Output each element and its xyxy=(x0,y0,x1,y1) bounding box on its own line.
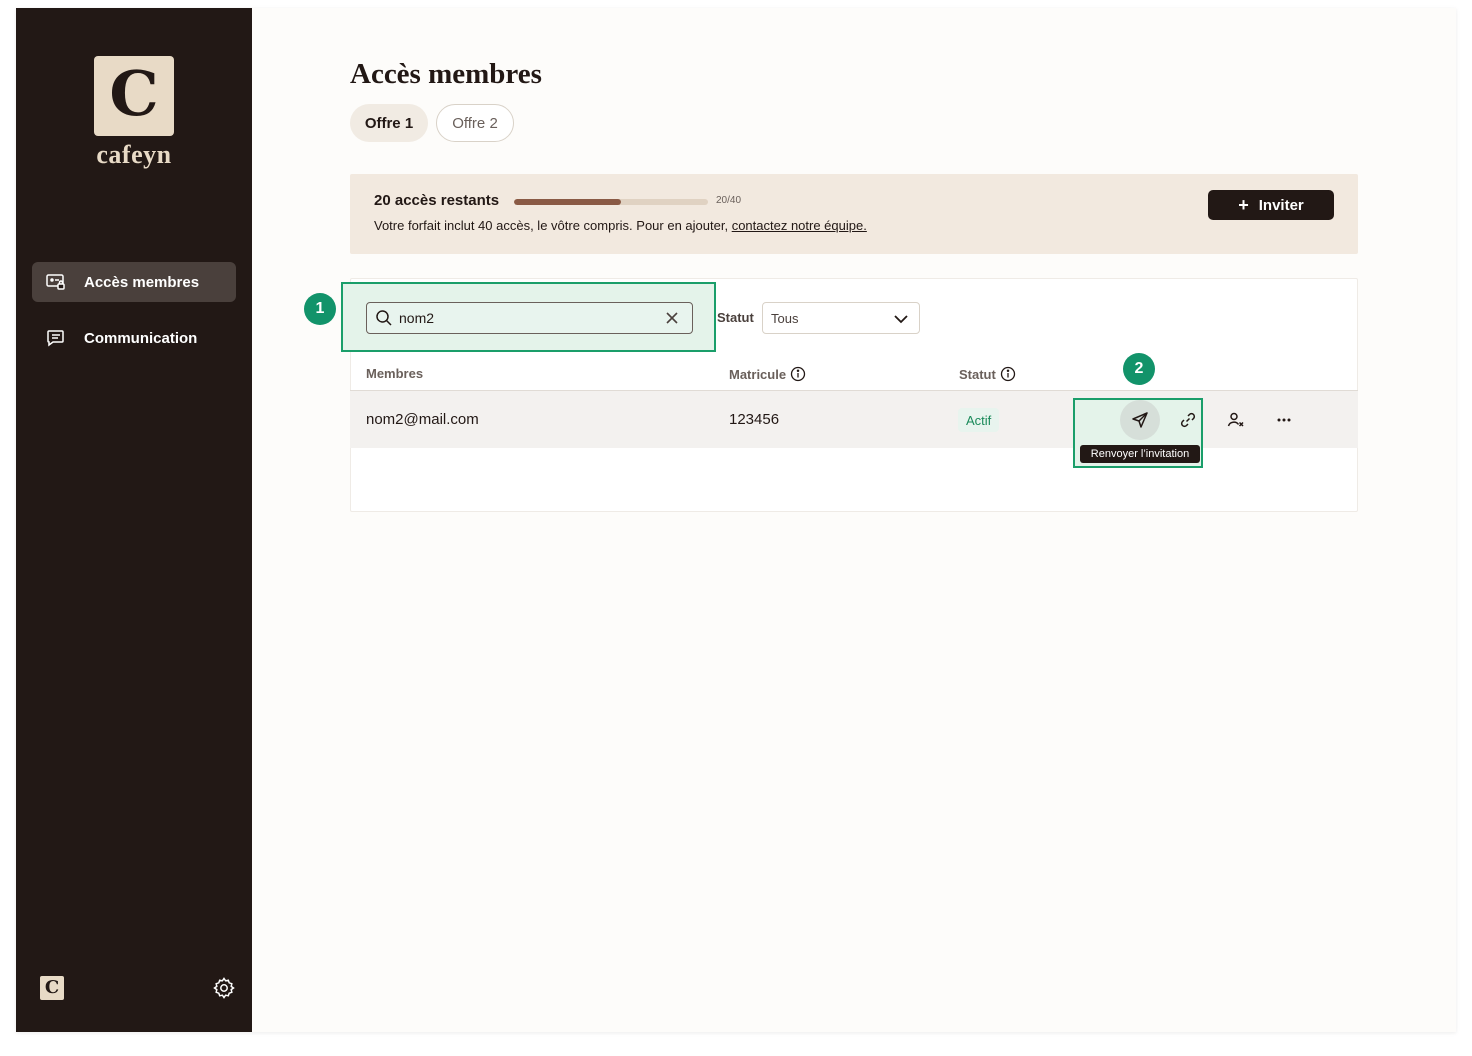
statut-select-value: Tous xyxy=(771,310,799,326)
column-header-members[interactable]: Membres xyxy=(366,366,423,381)
resend-invitation-button[interactable] xyxy=(1120,400,1160,440)
search-icon xyxy=(376,310,392,326)
tab-offre-1[interactable]: Offre 1 xyxy=(350,104,428,142)
invite-label: Inviter xyxy=(1258,196,1304,214)
annotation-badge-1: 1 xyxy=(304,293,336,325)
sidebar-item-label: Accès membres xyxy=(84,273,200,291)
plus-icon: + xyxy=(1238,194,1249,215)
member-email: nom2@mail.com xyxy=(366,411,479,428)
matricule-header-label: Matricule xyxy=(729,366,787,382)
member-matricule: 123456 xyxy=(729,411,780,428)
access-banner: 20 accès restants 20/40 Votre forfait in… xyxy=(350,174,1358,254)
clear-search-icon[interactable] xyxy=(664,310,680,326)
user-remove-icon xyxy=(1227,412,1244,427)
remaining-access-title: 20 accès restants xyxy=(374,192,500,209)
progress-fill xyxy=(514,199,621,205)
tab-offre-2[interactable]: Offre 2 xyxy=(436,104,514,142)
remove-member-button[interactable] xyxy=(1216,400,1256,440)
annotation-badge-2: 2 xyxy=(1123,353,1155,385)
contact-team-link[interactable]: contactez notre équipe. xyxy=(732,218,867,233)
mini-logo-letter: C xyxy=(44,977,60,998)
logo-letter: C xyxy=(109,57,159,130)
status-badge: Actif xyxy=(958,408,1000,432)
banner-text: Votre forfait inclut 40 accès, le vôtre … xyxy=(374,218,732,233)
members-access-icon xyxy=(46,274,65,290)
message-icon xyxy=(47,330,64,347)
resend-invitation-tooltip: Renvoyer l’invitation xyxy=(1080,445,1200,463)
gear-icon[interactable] xyxy=(212,976,236,1000)
access-progress-bar xyxy=(514,199,708,205)
more-options-button[interactable] xyxy=(1264,400,1304,440)
app-window: C cafeyn Accès membres Communication C A… xyxy=(16,8,1456,1032)
chevron-down-icon xyxy=(894,315,908,324)
progress-label: 20/40 xyxy=(716,195,742,206)
sidebar-item-acces-membres[interactable]: Accès membres xyxy=(32,262,236,302)
statut-header-label: Statut xyxy=(959,366,996,382)
info-icon[interactable] xyxy=(790,366,806,382)
more-horizontal-icon xyxy=(1277,418,1291,422)
statut-select[interactable]: Tous xyxy=(762,302,920,334)
search-field[interactable] xyxy=(366,302,693,334)
cafeyn-logo[interactable]: C xyxy=(94,56,174,136)
sidebar-item-label: Communication xyxy=(84,329,198,347)
column-header-statut[interactable]: Statut xyxy=(959,366,1016,382)
info-icon[interactable] xyxy=(1000,366,1016,382)
statut-filter-label: Statut xyxy=(717,310,754,325)
sidebar-item-communication[interactable]: Communication xyxy=(32,318,236,358)
link-icon xyxy=(1180,412,1196,428)
column-header-matricule[interactable]: Matricule xyxy=(729,366,806,382)
page-title: Accès membres xyxy=(350,58,542,90)
members-header-label: Membres xyxy=(366,366,424,381)
send-icon xyxy=(1132,412,1148,428)
copy-link-button[interactable] xyxy=(1168,400,1208,440)
invite-button[interactable]: + Inviter xyxy=(1208,190,1334,220)
banner-description: Votre forfait inclut 40 accès, le vôtre … xyxy=(374,218,867,233)
search-input[interactable] xyxy=(399,310,649,326)
brand-name: cafeyn xyxy=(96,140,172,169)
mini-logo[interactable]: C xyxy=(40,976,64,1000)
sidebar: C cafeyn Accès membres Communication C xyxy=(16,8,252,1032)
